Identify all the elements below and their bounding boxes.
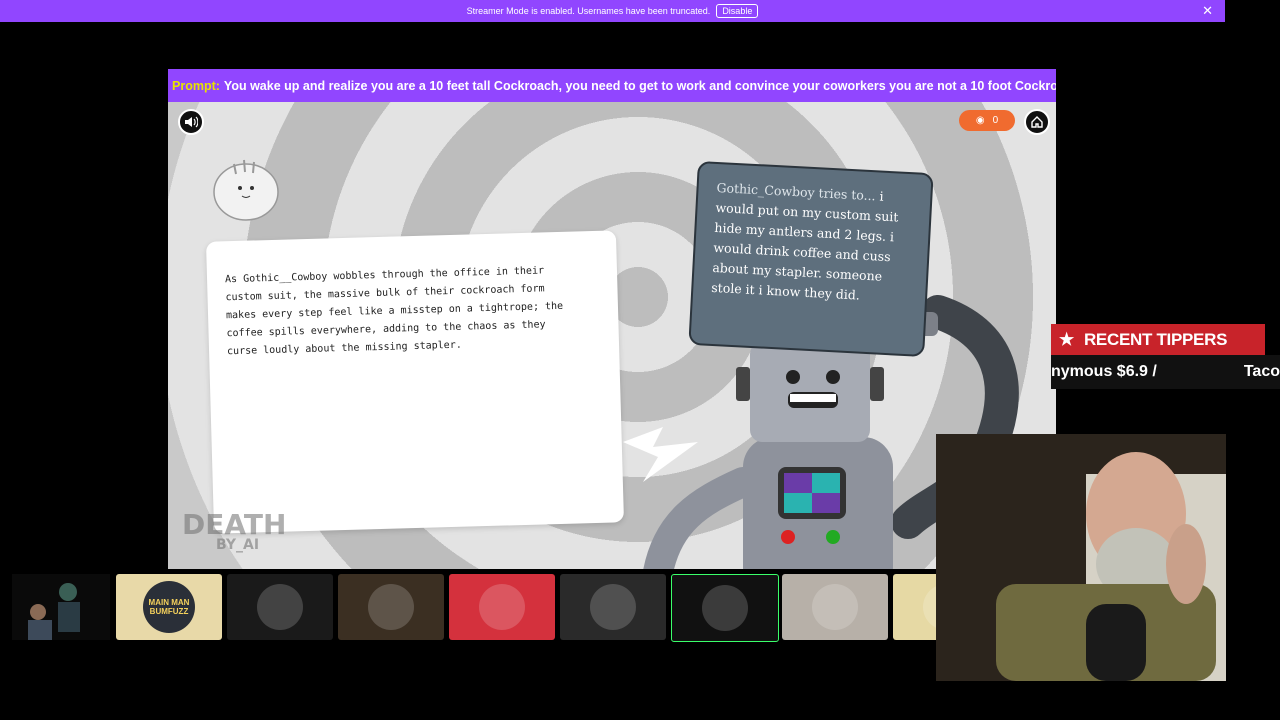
participant-tile-red-skull[interactable]: [449, 574, 555, 640]
player-name: Gothic_Cowboy tries to...: [716, 179, 877, 204]
participant-avatar: [590, 584, 636, 630]
participant-avatar: MAIN MAN BUMFUZZ: [143, 581, 195, 633]
participant-tile-webcam-woman[interactable]: [560, 574, 666, 640]
prompt-bar: Prompt: You wake up and realize you are …: [168, 69, 1056, 102]
participant-tile-portrait-brown[interactable]: [338, 574, 444, 640]
participant-avatar: [702, 585, 748, 631]
prompt-label: Prompt:: [172, 78, 220, 93]
recent-tippers-title: RECENT TIPPERS: [1083, 329, 1228, 349]
streamer-mode-message: Streamer Mode is enabled. Usernames have…: [466, 6, 711, 16]
logo-line1: DEATH: [182, 508, 287, 541]
participant-avatar: [479, 584, 525, 630]
participant-tile-main-man-bumfuzz[interactable]: MAIN MAN BUMFUZZ: [116, 574, 222, 640]
recent-tippers-header: ★ RECENT TIPPERS: [1051, 324, 1265, 355]
player-answer: i would put on my custom suit hide my an…: [710, 188, 899, 303]
prompt-text: You wake up and realize you are a 10 fee…: [223, 78, 1056, 93]
participant-avatar: [257, 584, 303, 630]
participant-avatar: [368, 584, 414, 630]
participant-avatar: [812, 584, 858, 630]
streamer-cam-thumbnail[interactable]: [12, 574, 110, 640]
star-icon: ★: [1059, 329, 1074, 349]
game-stage: ◉ 0 As Gothic__Cowboy wobbles through th…: [168, 102, 1056, 569]
player-answer-card: Gothic_Cowboy tries to... i would put on…: [688, 160, 934, 358]
death-by-ai-logo: DEATH BY_AI: [182, 508, 287, 553]
eye-icon: ◉: [975, 115, 985, 126]
game-window: Prompt: You wake up and realize you are …: [168, 69, 1056, 569]
tippers-ticker: nymous $6.9 / Taco: [1051, 355, 1280, 389]
close-icon[interactable]: ✕: [1202, 3, 1213, 19]
ticker-left: nymous $6.9 /: [1051, 363, 1157, 380]
participant-tile-black-logo[interactable]: [671, 574, 779, 642]
disable-streamer-mode-button[interactable]: Disable: [716, 4, 759, 18]
narration-card: As Gothic__Cowboy wobbles through the of…: [206, 230, 624, 534]
narrator-mascot: [213, 159, 279, 221]
ticker-right: Taco: [1243, 363, 1280, 380]
narration-text: As Gothic__Cowboy wobbles through the of…: [224, 265, 564, 358]
speaker-icon[interactable]: [178, 109, 204, 135]
viewer-count-badge: ◉ 0: [959, 110, 1015, 131]
recent-tippers-panel: ★ RECENT TIPPERS nymous $6.9 / Taco: [1051, 324, 1280, 389]
participant-tile-dark-cam[interactable]: [227, 574, 333, 640]
streamer-mode-banner: Streamer Mode is enabled. Usernames have…: [0, 0, 1225, 22]
home-icon[interactable]: [1024, 109, 1050, 135]
viewer-count: 0: [992, 115, 999, 126]
streamer-webcam: [936, 434, 1226, 681]
participant-tile-eye[interactable]: [782, 574, 888, 640]
